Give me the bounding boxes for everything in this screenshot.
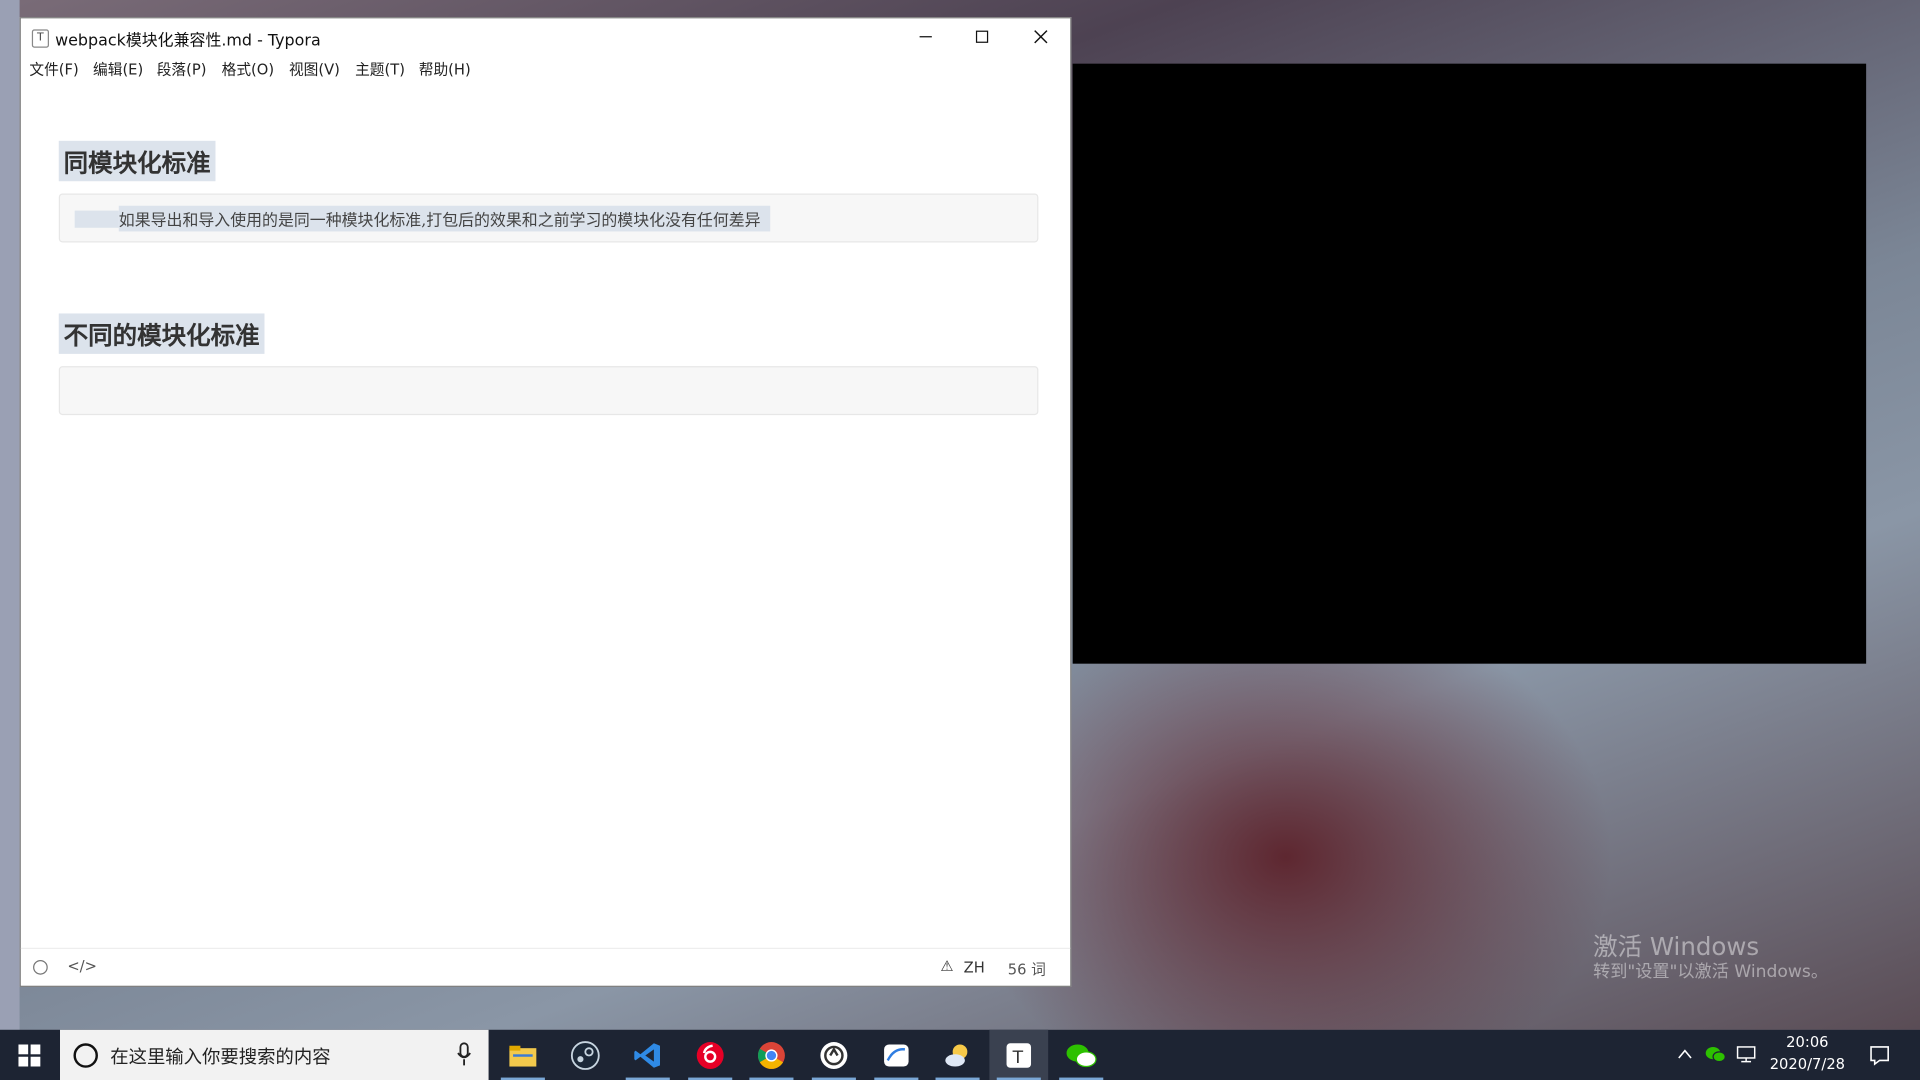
code-block-1-text[interactable]: 如果导出和导入使用的是同一种模块化标准,打包后的效果和之前学习的模块化没有任何差…: [118, 205, 771, 232]
cortana-icon: [73, 1043, 98, 1068]
status-bar: </> ⚠ ZH 56 词: [20, 947, 1071, 986]
activation-watermark-title: 激活 Windows: [1593, 931, 1760, 962]
code-block-1[interactable]: 如果导出和导入使用的是同一种模块化标准,打包后的效果和之前学习的模块化没有任何差…: [58, 193, 1039, 243]
microphone-icon[interactable]: [457, 1042, 472, 1066]
redacted-region: [1072, 63, 1867, 664]
circle-app-icon[interactable]: [804, 1030, 863, 1080]
window-title: webpack模块化兼容性.md - Typora: [55, 31, 321, 51]
activation-watermark-subtitle: 转到"设置"以激活 Windows。: [1593, 962, 1828, 983]
typora-app-icon: T: [31, 29, 49, 48]
weather-app-icon[interactable]: [928, 1030, 987, 1080]
heading-different-standard[interactable]: 不同的模块化标准: [58, 313, 265, 354]
menu-paragraph[interactable]: 段落(P): [157, 59, 207, 80]
outline-toggle-icon[interactable]: [33, 960, 48, 975]
typora-window: T webpack模块化兼容性.md - Typora 文件(F) 编辑(E) …: [19, 17, 1072, 987]
tray-chevron-up-icon[interactable]: [1678, 1048, 1693, 1060]
chrome-icon[interactable]: [742, 1030, 801, 1080]
tray-network-icon[interactable]: [1736, 1044, 1758, 1064]
menu-help[interactable]: 帮助(H): [419, 59, 471, 80]
clock-date[interactable]: 2020/7/28: [1768, 1056, 1846, 1073]
notification-center-icon[interactable]: [1869, 1044, 1891, 1066]
menu-theme[interactable]: 主题(T): [355, 59, 405, 80]
menu-edit[interactable]: 编辑(E): [93, 59, 143, 80]
minimize-icon: [919, 36, 932, 38]
close-button[interactable]: [1013, 18, 1069, 55]
wechat-icon[interactable]: [1052, 1030, 1111, 1080]
selection-highlight: [74, 210, 119, 228]
title-bar[interactable]: T webpack模块化兼容性.md - Typora: [21, 18, 1070, 56]
minimize-button[interactable]: [898, 18, 954, 55]
word-count[interactable]: 56 词: [1008, 959, 1046, 980]
maximize-button[interactable]: [954, 18, 1010, 55]
search-placeholder: 在这里输入你要搜索的内容: [110, 1045, 331, 1068]
tray-wechat-icon[interactable]: [1705, 1044, 1727, 1064]
taskbar: 在这里输入你要搜索的内容 T 20:06 2020/7/28: [0, 1029, 1920, 1080]
taskbar-search[interactable]: 在这里输入你要搜索的内容: [60, 1029, 489, 1080]
netease-music-icon[interactable]: [681, 1030, 740, 1080]
steam-icon[interactable]: [556, 1030, 615, 1080]
vscode-icon[interactable]: [618, 1030, 677, 1080]
menu-file[interactable]: 文件(F): [29, 59, 78, 80]
svg-text:T: T: [1012, 1047, 1024, 1067]
source-mode-icon[interactable]: </>: [67, 958, 97, 975]
warning-icon[interactable]: ⚠: [940, 958, 953, 975]
close-icon: [1034, 30, 1048, 44]
clock-time[interactable]: 20:06: [1768, 1033, 1846, 1050]
heading-same-standard[interactable]: 同模块化标准: [58, 140, 216, 182]
code-block-2-text[interactable]: [119, 378, 129, 380]
maximize-icon: [975, 30, 989, 43]
menu-bar: 文件(F) 编辑(E) 段落(P) 格式(O) 视图(V) 主题(T) 帮助(H…: [21, 56, 1070, 83]
code-block-2[interactable]: [58, 366, 1039, 416]
start-button[interactable]: [0, 1030, 59, 1080]
editor-area[interactable]: 同模块化标准 如果导出和导入使用的是同一种模块化标准,打包后的效果和之前学习的模…: [21, 83, 1070, 950]
file-explorer-icon[interactable]: [493, 1030, 552, 1080]
typora-taskbar-icon[interactable]: T: [989, 1029, 1049, 1080]
menu-format[interactable]: 格式(O): [222, 59, 274, 80]
spellcheck-language[interactable]: ZH: [964, 959, 985, 976]
windows-logo-icon: [18, 1043, 41, 1066]
pen-app-icon[interactable]: [867, 1030, 926, 1080]
menu-view[interactable]: 视图(V): [289, 59, 340, 80]
desktop-icons-strip: [0, 0, 20, 1030]
